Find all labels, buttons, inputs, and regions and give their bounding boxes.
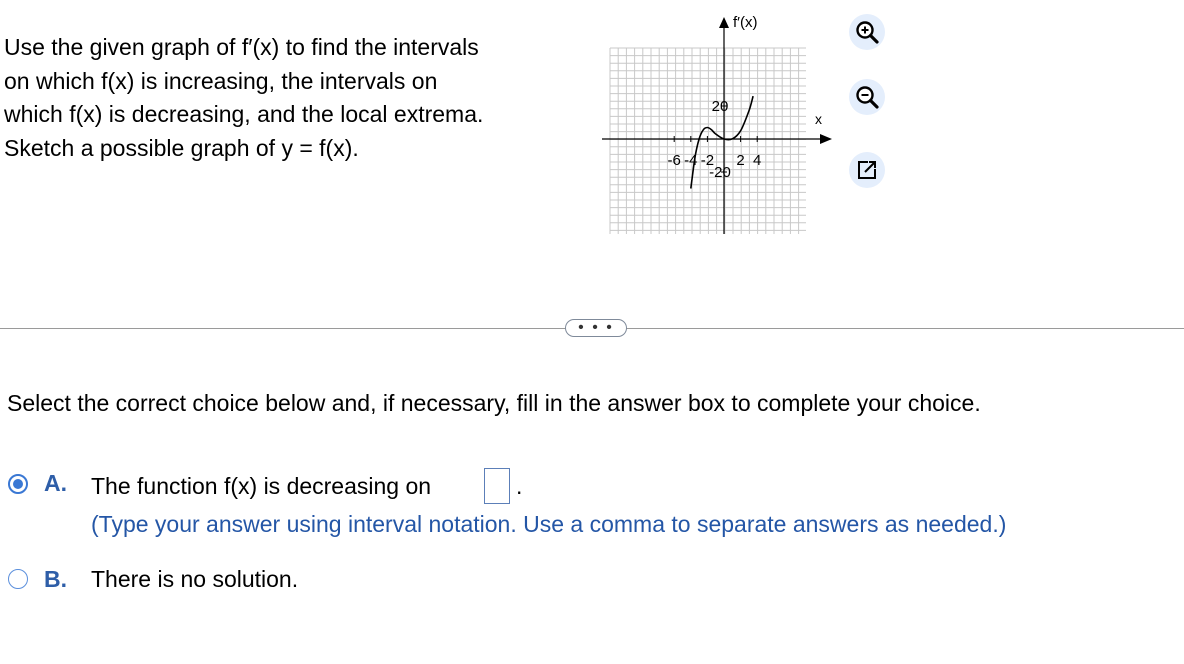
choice-a-hint: (Type your answer using interval notatio… (91, 511, 1007, 537)
zoom-out-button[interactable] (849, 79, 885, 115)
zoom-in-button[interactable] (849, 14, 885, 50)
y-tick-label: -20 (709, 164, 731, 181)
choice-a-radio[interactable] (8, 474, 28, 494)
choice-a-period: . (516, 473, 523, 499)
choice-a-text: The function f(x) is decreasing on (91, 473, 432, 499)
instruction-text: Select the correct choice below and, if … (7, 390, 981, 416)
x-axis-arrow (820, 134, 832, 144)
question-line: Sketch a possible graph of y = f(x). (4, 134, 359, 161)
y-axis-label: f′(x) (733, 14, 757, 31)
question-line: Use the given graph of f′(x) to find the… (4, 34, 479, 60)
graph-svg: f′(x)x-6 -4 -2 2 420-20 (602, 14, 832, 234)
derivative-graph: f′(x) x -6 -4 -2 2 4 20 -20 (596, 8, 846, 240)
x-tick-label: 2 (736, 152, 744, 169)
choice-a-letter: A. (44, 470, 67, 496)
zoom-out-icon (856, 86, 879, 109)
question-line: on which f(x) is increasing, the interva… (4, 67, 438, 94)
choice-b-radio[interactable] (8, 569, 28, 589)
question-text: Use the given graph of f′(x) to find the… (4, 31, 564, 165)
choice-b-text: There is no solution. (91, 566, 299, 592)
expand-icon (858, 161, 876, 179)
x-tick-label: -6 (668, 152, 681, 169)
question-line: which f(x) is decreasing, and the local … (4, 101, 484, 127)
y-axis-arrow (719, 17, 729, 28)
x-tick-label: 4 (753, 152, 761, 169)
y-tick-label: 20 (712, 98, 729, 115)
x-axis-label: x (815, 111, 822, 127)
choice-b-letter: B. (44, 566, 67, 592)
answer-input-box[interactable] (484, 468, 510, 504)
zoom-in-icon (856, 21, 879, 44)
expand-button[interactable] (849, 152, 885, 188)
more-button[interactable]: • • • (565, 319, 627, 337)
